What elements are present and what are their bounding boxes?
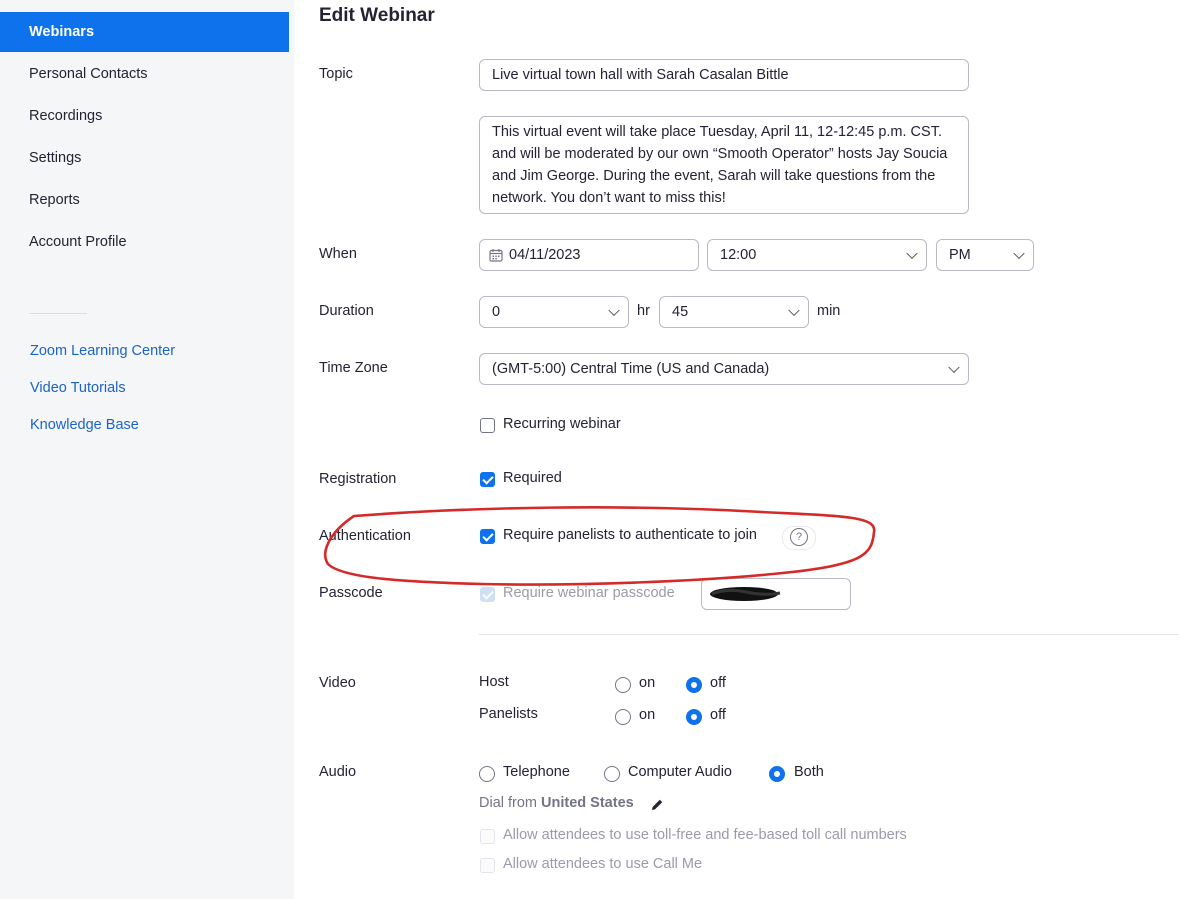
calendar-icon [489, 249, 503, 262]
chevron-down-icon [1013, 247, 1025, 260]
time-zone-select[interactable]: (GMT-5:00) Central Time (US and Canada) [479, 353, 969, 385]
duration-hours-value: 0 [492, 304, 501, 320]
sidebar-item-personal-contacts[interactable]: Personal Contacts [0, 54, 289, 94]
audio-telephone-label: Telephone [503, 764, 570, 780]
audio-both-radio[interactable] [769, 766, 785, 782]
duration-minutes-select[interactable]: 45 [659, 296, 809, 328]
hr-unit: hr [637, 303, 650, 319]
chevron-down-icon [948, 361, 960, 374]
ampm-value: PM [949, 247, 971, 263]
sidebar-item-recordings[interactable]: Recordings [0, 96, 289, 136]
time-select[interactable]: 12:00 [707, 239, 927, 271]
section-divider [479, 634, 1179, 635]
red-annotation-circle [323, 506, 876, 586]
sidebar-item-settings[interactable]: Settings [0, 138, 289, 178]
link-knowledge-base[interactable]: Knowledge Base [30, 417, 139, 433]
topic-input[interactable]: Live virtual town hall with Sarah Casala… [479, 59, 969, 91]
chevron-down-icon [608, 304, 620, 317]
duration-hours-select[interactable]: 0 [479, 296, 629, 328]
video-host-off-label: off [710, 675, 726, 691]
date-picker[interactable]: 04/11/2023 [479, 239, 699, 271]
pencil-icon[interactable] [650, 798, 664, 812]
recurring-label: Recurring webinar [503, 416, 621, 432]
description-value: This virtual event will take place Tuesd… [492, 124, 948, 206]
when-label: When [319, 246, 357, 262]
date-value: 04/11/2023 [509, 247, 581, 263]
page-title: Edit Webinar [319, 5, 435, 26]
video-host-off-radio[interactable] [686, 677, 702, 693]
sidebar-item-webinars[interactable]: Webinars [0, 12, 289, 52]
chevron-down-icon [906, 247, 918, 260]
dial-from-country: United States [541, 795, 634, 811]
registration-required-label: Required [503, 470, 562, 486]
video-host-on-radio[interactable] [615, 677, 631, 693]
audio-label: Audio [319, 764, 357, 780]
link-zoom-learning-center[interactable]: Zoom Learning Center [30, 343, 175, 359]
video-host-on-label: on [639, 675, 656, 691]
call-me-checkbox[interactable] [480, 858, 495, 873]
video-host-label: Host [479, 674, 509, 690]
ampm-select[interactable]: PM [936, 239, 1034, 271]
video-panelists-on-radio[interactable] [615, 709, 631, 725]
main-content: Edit Webinar Topic Live virtual town hal… [294, 0, 1179, 899]
sidebar: Webinars Personal Contacts Recordings Se… [0, 0, 294, 899]
topic-value: Live virtual town hall with Sarah Casala… [492, 67, 789, 83]
time-zone-value: (GMT-5:00) Central Time (US and Canada) [492, 361, 770, 377]
sidebar-item-reports[interactable]: Reports [0, 180, 289, 220]
sidebar-item-account-profile[interactable]: Account Profile [0, 222, 289, 262]
video-panelists-label: Panelists [479, 706, 538, 722]
topic-label: Topic [319, 66, 353, 82]
toll-numbers-label: Allow attendees to use toll-free and fee… [503, 827, 907, 843]
sidebar-divider [29, 313, 87, 314]
link-video-tutorials[interactable]: Video Tutorials [30, 380, 126, 396]
audio-telephone-radio[interactable] [479, 766, 495, 782]
time-value: 12:00 [720, 247, 757, 263]
chevron-down-icon [788, 304, 800, 317]
audio-computer-radio[interactable] [604, 766, 620, 782]
dial-from-prefix: Dial from [479, 795, 538, 811]
video-panelists-off-radio[interactable] [686, 709, 702, 725]
duration-label: Duration [319, 303, 374, 319]
recurring-checkbox[interactable] [480, 418, 495, 433]
toll-numbers-checkbox[interactable] [480, 829, 495, 844]
video-panelists-on-label: on [639, 707, 656, 723]
description-textarea[interactable]: This virtual event will take place Tuesd… [479, 116, 969, 214]
call-me-label: Allow attendees to use Call Me [503, 856, 703, 872]
video-label: Video [319, 675, 356, 691]
audio-computer-label: Computer Audio [628, 764, 732, 780]
duration-minutes-value: 45 [672, 304, 689, 320]
dial-from-text: Dial from United States [479, 795, 634, 811]
registration-label: Registration [319, 471, 397, 487]
audio-both-label: Both [794, 764, 824, 780]
registration-required-checkbox[interactable] [480, 472, 495, 487]
time-zone-label: Time Zone [319, 360, 388, 376]
min-unit: min [817, 303, 841, 319]
video-panelists-off-label: off [710, 707, 726, 723]
